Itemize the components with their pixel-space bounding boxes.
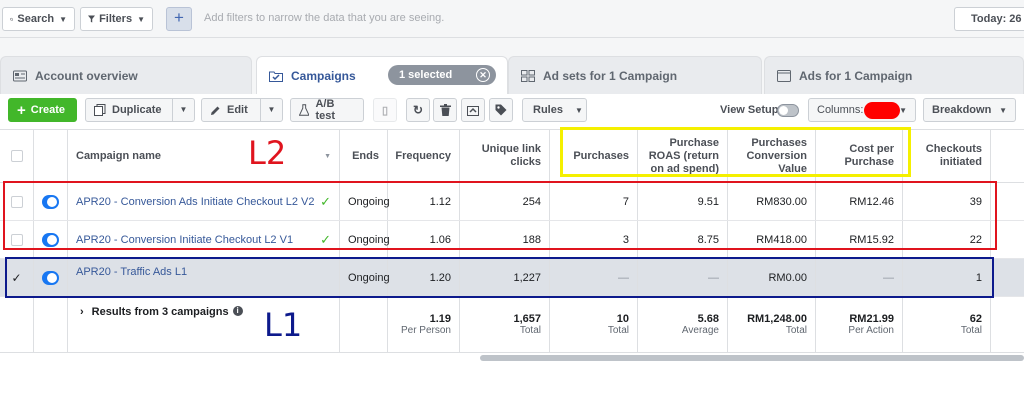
tab-label: Ad sets for 1 Campaign	[543, 68, 678, 83]
delete-button[interactable]	[433, 98, 457, 122]
chevron-right-icon[interactable]: ›	[80, 306, 84, 318]
chevron-down-icon: ▼	[59, 14, 67, 24]
summary-cpp-sub: Per Action	[848, 325, 894, 336]
blue-highlight-box	[5, 257, 994, 298]
search-label: Search	[17, 13, 55, 25]
duplicate-label: Duplicate	[112, 104, 162, 116]
discard-button[interactable]: ↻	[406, 98, 430, 122]
select-all-checkbox-cell[interactable]	[0, 130, 34, 182]
date-range-button[interactable]: Today: 26 A	[954, 7, 1024, 31]
breakdown-button[interactable]: Breakdown ▼	[923, 98, 1016, 122]
rules-button[interactable]: Rules ▼	[522, 98, 587, 122]
header-checkouts-initiated[interactable]: Checkouts initiated	[903, 130, 991, 182]
search-icon	[10, 17, 14, 21]
columns-label: Columns:	[817, 104, 864, 116]
summary-checkouts: 62	[969, 313, 982, 325]
plus-icon: +	[17, 101, 26, 119]
add-filter-button[interactable]: +	[166, 7, 192, 31]
account-icon	[13, 70, 27, 81]
tab-label: Account overview	[35, 68, 138, 83]
pencil-icon	[211, 106, 220, 115]
edit-label: Edit	[227, 104, 248, 116]
summary-value-sub: Total	[785, 325, 807, 336]
summary-cpp: RM21.99	[849, 313, 894, 325]
summary-purchases: 10	[616, 313, 629, 325]
summary-roas: 5.68	[697, 313, 719, 325]
close-icon[interactable]: ✕	[476, 68, 490, 82]
header-filler	[991, 130, 1024, 182]
tab-label: Ads for 1 Campaign	[799, 68, 913, 83]
flask-icon	[299, 104, 310, 116]
summary-row: › Results from 3 campaigns i 1.19 Per Per…	[0, 297, 1024, 353]
filters-button[interactable]: Filters ▼	[80, 7, 153, 31]
plus-icon: +	[174, 8, 184, 27]
clipboard-icon: ▯	[381, 104, 389, 117]
chevron-down-icon: ▼	[574, 105, 583, 115]
archive-button[interactable]: ▯	[373, 98, 397, 122]
tab-account-overview[interactable]: Account overview	[0, 56, 252, 94]
info-icon[interactable]: i	[232, 306, 243, 316]
yellow-highlight-box	[560, 127, 911, 177]
select-all-checkbox[interactable]	[10, 150, 23, 162]
header-campaign-name[interactable]: Campaign name ▼	[68, 130, 340, 182]
create-label: Create	[30, 104, 66, 116]
toolbar: + Create Duplicate ▼ Edit ▼ A/B test ▯ ↻…	[0, 94, 1024, 128]
share-icon	[467, 106, 479, 116]
tab-ad-sets[interactable]: Ad sets for 1 Campaign	[508, 56, 762, 94]
red-highlight-box	[3, 181, 997, 250]
tab-ads[interactable]: Ads for 1 Campaign	[764, 56, 1024, 94]
l2-annotation: L2	[248, 134, 287, 172]
chevron-down-icon: ▼	[137, 14, 145, 24]
summary-roas-sub: Average	[681, 325, 719, 336]
chevron-down-icon[interactable]: ▼	[172, 99, 194, 121]
tab-label: Campaigns	[291, 68, 356, 83]
sort-icon: ▼	[324, 152, 331, 160]
header-label: Campaign name	[76, 149, 161, 162]
summary-frequency: 1.19	[429, 313, 451, 325]
summary-frequency-sub: Per Person	[400, 325, 451, 336]
view-setup-label: View Setup	[720, 104, 779, 116]
edit-button[interactable]: Edit ▼	[201, 98, 283, 122]
funnel-icon	[88, 15, 96, 23]
selected-badge[interactable]: 1 selected ✕	[388, 65, 496, 85]
ad-icon	[777, 69, 791, 82]
header-ends[interactable]: Ends	[340, 130, 388, 182]
tag-button[interactable]	[489, 98, 513, 122]
filter-bar: Search ▼ Filters ▼ + Add filters to narr…	[0, 0, 1024, 38]
filter-hint: Add filters to narrow the data that you …	[204, 12, 445, 24]
create-button[interactable]: + Create	[8, 98, 77, 122]
chevron-down-icon: ▼	[899, 105, 907, 115]
chevron-down-icon: ▼	[999, 105, 1007, 115]
horizontal-scrollbar[interactable]	[480, 355, 1024, 361]
ab-test-label: A/B test	[315, 98, 336, 122]
view-setup-toggle[interactable]	[777, 104, 799, 117]
rules-label: Rules	[533, 104, 563, 116]
duplicate-button[interactable]: Duplicate ▼	[85, 98, 195, 122]
summary-checkouts-sub: Total	[960, 325, 982, 336]
toggle-header	[34, 130, 68, 182]
summary-purchases-sub: Total	[607, 325, 629, 336]
ab-test-button[interactable]: A/B test	[290, 98, 364, 122]
summary-label: Results from 3 campaigns	[91, 306, 229, 318]
search-button[interactable]: Search ▼	[2, 7, 75, 31]
l1-annotation: L1	[264, 306, 303, 344]
folder-check-icon	[269, 71, 283, 82]
trash-icon	[439, 104, 451, 116]
duplicate-icon	[94, 104, 106, 116]
refresh-icon: ↻	[412, 103, 424, 117]
tag-icon	[495, 104, 507, 116]
filters-label: Filters	[99, 13, 133, 25]
redaction-mark	[864, 102, 900, 119]
preview-button[interactable]	[461, 98, 485, 122]
header-unique-link-clicks[interactable]: Unique link clicks	[460, 130, 550, 182]
summary-value: RM1,248.00	[747, 313, 807, 325]
summary-clicks: 1,657	[513, 313, 541, 325]
level-tabs: Account overview Campaigns 1 selected ✕ …	[0, 38, 1024, 94]
selected-count: 1 selected	[399, 69, 453, 81]
summary-clicks-sub: Total	[519, 325, 541, 336]
breakdown-label: Breakdown	[932, 104, 992, 116]
header-frequency[interactable]: Frequency	[388, 130, 460, 182]
grid-icon	[521, 69, 535, 82]
chevron-down-icon[interactable]: ▼	[260, 99, 282, 121]
